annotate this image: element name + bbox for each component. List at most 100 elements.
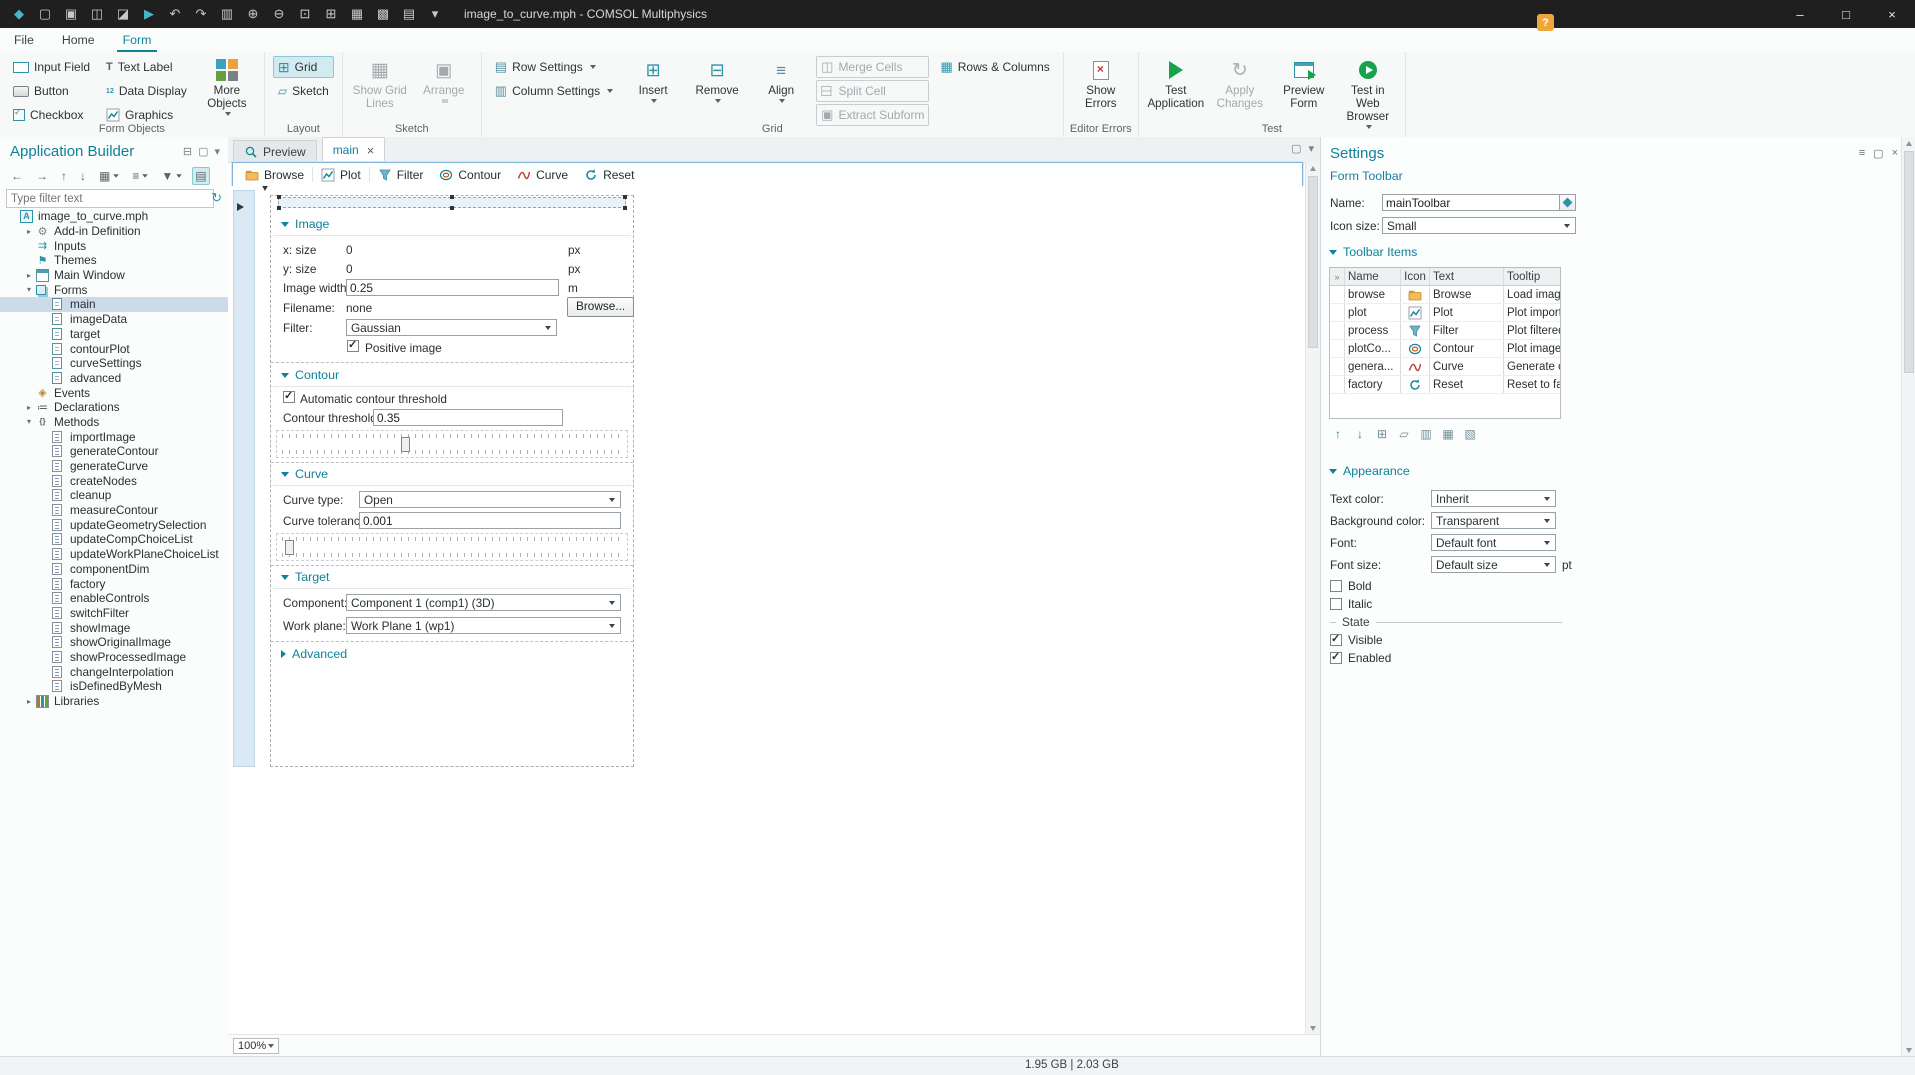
sort-menu-icon[interactable]: ≡ bbox=[129, 167, 151, 185]
chevron-expanded-icon[interactable]: ▾ bbox=[22, 285, 36, 294]
scroll-up-icon[interactable] bbox=[1310, 166, 1316, 171]
work-plane-dropdown[interactable]: Work Plane 1 (wp1) bbox=[346, 617, 621, 634]
toolbar-item-row-browse[interactable]: browse BrowseLoad image... bbox=[1330, 286, 1560, 304]
tree-item-showImage[interactable]: showImage bbox=[0, 620, 228, 635]
contour-toolbar-button[interactable]: Contour bbox=[431, 165, 509, 184]
column-header-icon[interactable]: Icon bbox=[1401, 268, 1430, 285]
form-grid[interactable]: Image x: size 0 px y: size 0 px Image wi… bbox=[270, 195, 635, 767]
tree-item-Events[interactable]: Events bbox=[0, 385, 228, 400]
row-settings-button[interactable]: Row Settings bbox=[490, 56, 618, 78]
column-settings-button[interactable]: Column Settings bbox=[490, 80, 618, 102]
open-file-icon[interactable]: ▣ bbox=[60, 4, 82, 24]
grid-mode-button[interactable]: Grid bbox=[272, 56, 334, 78]
zoom-dropdown[interactable]: 100% bbox=[233, 1038, 279, 1054]
section-header-advanced[interactable]: Advanced bbox=[281, 646, 347, 662]
tree-item-Methods[interactable]: ▾ Methods bbox=[0, 415, 228, 430]
tree-item-contourPlot[interactable]: contourPlot bbox=[0, 341, 228, 356]
text-label-button[interactable]: Text Label bbox=[101, 56, 192, 78]
tree-item-cleanup[interactable]: cleanup bbox=[0, 488, 228, 503]
tree-item-measureContour[interactable]: measureContour bbox=[0, 503, 228, 518]
delete-icon[interactable]: ▩ bbox=[372, 4, 394, 24]
row-selector-gutter[interactable] bbox=[233, 190, 255, 767]
undo-icon[interactable]: ↶ bbox=[164, 4, 186, 24]
scroll-down-icon[interactable] bbox=[1906, 1048, 1912, 1053]
zoom-extents-icon[interactable]: ⊡ bbox=[294, 4, 316, 24]
tree-item-Forms[interactable]: ▾ Forms bbox=[0, 282, 228, 297]
contour-threshold-input[interactable] bbox=[373, 409, 563, 426]
browse-toolbar-button[interactable]: Browse bbox=[237, 165, 312, 184]
save-icon[interactable]: ◫ bbox=[86, 4, 108, 24]
tree-item-updateGeometrySelection[interactable]: updateGeometrySelection bbox=[0, 517, 228, 532]
tree-item-image_to_curve.mph[interactable]: image_to_curve.mph bbox=[0, 209, 228, 224]
test-application-button[interactable]: Test Application bbox=[1147, 56, 1205, 110]
plot-toolbar-button[interactable]: Plot bbox=[313, 165, 369, 184]
menu-tab-home[interactable]: Home bbox=[48, 28, 109, 52]
selection-handle[interactable] bbox=[623, 206, 627, 210]
toolbar-items-table[interactable]: » Name Icon Text Tooltip browse Browse Loa… bbox=[1329, 267, 1561, 419]
curve-toolbar-button[interactable]: Curve bbox=[509, 165, 576, 184]
selection-handle[interactable] bbox=[450, 195, 454, 199]
contour-threshold-slider[interactable] bbox=[276, 430, 628, 458]
bold-checkbox[interactable] bbox=[1330, 580, 1342, 592]
refresh-icon[interactable]: ↻ bbox=[211, 190, 222, 206]
curve-tolerance-input[interactable] bbox=[359, 512, 621, 529]
slider-thumb[interactable] bbox=[285, 540, 294, 555]
scroll-down-icon[interactable] bbox=[1310, 1026, 1316, 1031]
forward-icon[interactable]: → bbox=[33, 167, 51, 185]
section-header-appearance[interactable]: Appearance bbox=[1329, 464, 1410, 478]
scrollbar-thumb[interactable] bbox=[1904, 151, 1914, 373]
save-as-icon[interactable]: ◪ bbox=[112, 4, 134, 24]
component-dropdown[interactable]: Component 1 (comp1) (3D) bbox=[346, 594, 621, 611]
add-item-icon[interactable]: ⊞ bbox=[1373, 425, 1391, 442]
customize-icon[interactable]: ▾ bbox=[424, 4, 446, 24]
tree-item-showOriginalImage[interactable]: showOriginalImage bbox=[0, 635, 228, 650]
toolbar-item-row-factory[interactable]: factory ResetReset to fact... bbox=[1330, 376, 1560, 394]
tree-item-advanced[interactable]: advanced bbox=[0, 371, 228, 386]
section-header-contour[interactable]: Contour bbox=[281, 367, 339, 383]
tree-item-Libraries[interactable]: ▸ Libraries bbox=[0, 694, 228, 709]
chevron-collapsed-icon[interactable]: ▸ bbox=[22, 697, 36, 706]
background-color-dropdown[interactable]: Transparent bbox=[1431, 512, 1556, 529]
tree-item-showProcessedImage[interactable]: showProcessedImage bbox=[0, 650, 228, 665]
test-web-browser-button[interactable]: Test in Web Browser bbox=[1339, 56, 1397, 129]
move-down-icon[interactable]: ↓ bbox=[1351, 425, 1369, 442]
tree-item-curveSettings[interactable]: curveSettings bbox=[0, 356, 228, 371]
settings-menu-icon[interactable]: ≡ bbox=[1859, 147, 1865, 160]
selected-toolbar-object[interactable] bbox=[277, 195, 627, 210]
tree-item-generateContour[interactable]: generateContour bbox=[0, 444, 228, 459]
data-display-button[interactable]: Data Display bbox=[101, 80, 192, 102]
minimize-button[interactable]: – bbox=[1777, 0, 1823, 28]
show-errors-button[interactable]: Show Errors bbox=[1072, 56, 1130, 110]
tree-item-Main Window[interactable]: ▸ Main Window bbox=[0, 268, 228, 283]
show-grid-lines-button[interactable]: Show Grid Lines bbox=[351, 56, 409, 110]
button-object-button[interactable]: Button bbox=[8, 80, 95, 102]
float-icon[interactable]: ▢ bbox=[198, 145, 208, 158]
new-file-icon[interactable]: ▢ bbox=[34, 4, 56, 24]
slider-thumb[interactable] bbox=[400, 437, 410, 452]
zoom-box-icon[interactable]: ⊞ bbox=[320, 4, 342, 24]
section-header-toolbar-items[interactable]: Toolbar Items bbox=[1329, 245, 1417, 259]
section-header-curve[interactable]: Curve bbox=[281, 466, 328, 482]
input-field-button[interactable]: Input Field bbox=[8, 56, 95, 78]
move-up-icon[interactable]: ↑ bbox=[1329, 425, 1347, 442]
tree-item-updateCompChoiceList[interactable]: updateCompChoiceList bbox=[0, 532, 228, 547]
sketch-mode-button[interactable]: Sketch bbox=[273, 80, 334, 102]
auto-threshold-checkbox[interactable] bbox=[283, 389, 295, 403]
arrange-button[interactable]: Arrange bbox=[415, 56, 473, 103]
tree-item-Add-in Definition[interactable]: ▸ Add-in Definition bbox=[0, 224, 228, 239]
add-subform-icon[interactable]: ▧ bbox=[1461, 425, 1479, 442]
remove-button[interactable]: Remove bbox=[688, 56, 746, 103]
align-button[interactable]: Align bbox=[752, 56, 810, 103]
curve-tolerance-slider[interactable] bbox=[276, 533, 628, 561]
tree-item-target[interactable]: target bbox=[0, 327, 228, 342]
close-icon[interactable] bbox=[367, 143, 375, 158]
filter-dropdown[interactable]: Gaussian bbox=[346, 319, 557, 336]
font-dropdown[interactable]: Default font bbox=[1431, 534, 1556, 551]
name-input[interactable] bbox=[1382, 194, 1560, 211]
menu-tab-file[interactable]: File bbox=[0, 28, 48, 52]
toolbar-item-row-plot[interactable]: plot PlotPlot importe... bbox=[1330, 304, 1560, 322]
close-icon[interactable]: × bbox=[1892, 147, 1898, 160]
add-separator-icon[interactable]: ▥ bbox=[1417, 425, 1435, 442]
chevron-collapsed-icon[interactable]: ▸ bbox=[22, 403, 36, 412]
column-header-tooltip[interactable]: Tooltip bbox=[1504, 268, 1560, 285]
